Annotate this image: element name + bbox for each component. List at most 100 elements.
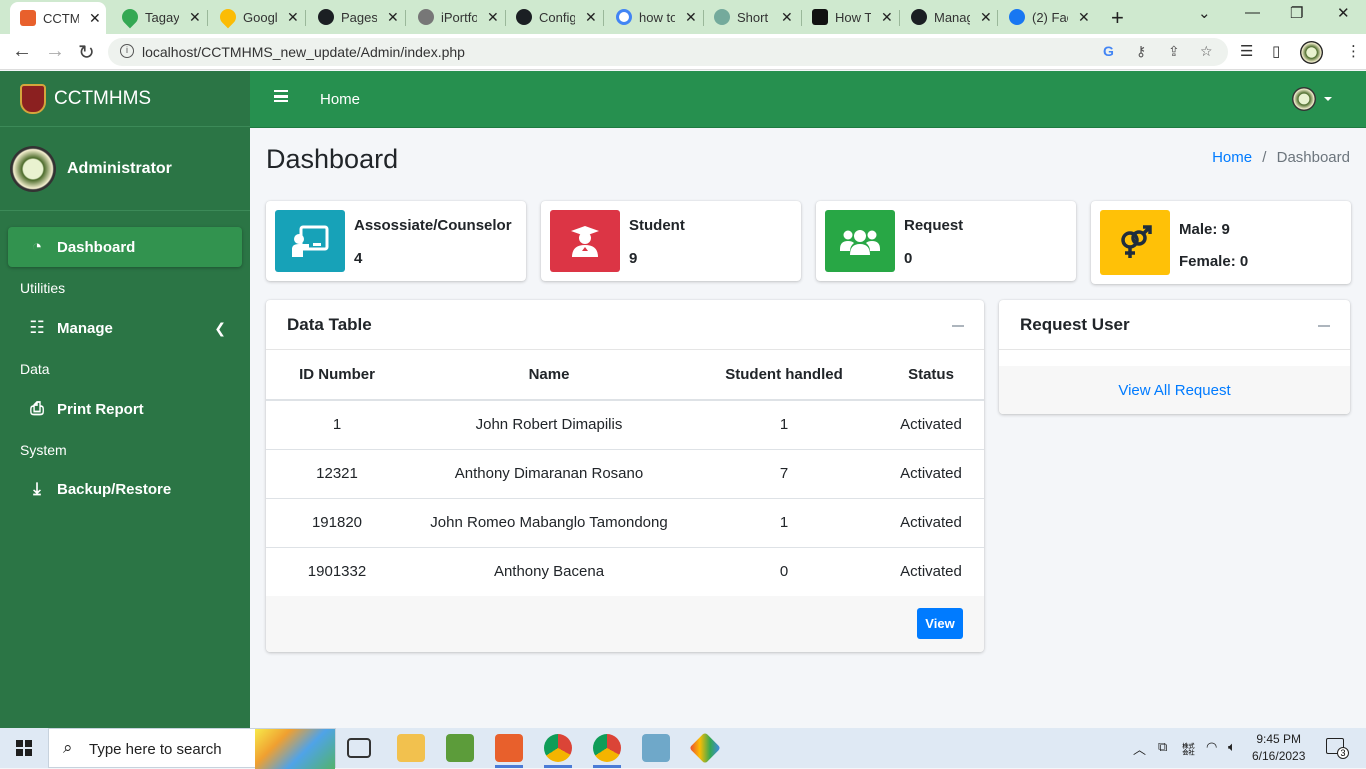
new-tab-button[interactable]: + xyxy=(1111,5,1124,31)
print-icon: ⎙ xyxy=(30,399,44,418)
app-icon[interactable] xyxy=(689,732,721,764)
volume-icon[interactable]: 🔈︎ xyxy=(1228,739,1236,755)
view-button[interactable]: View xyxy=(917,608,963,639)
notification-count: 3 xyxy=(1337,747,1349,759)
facebook-favicon-icon xyxy=(1009,9,1025,25)
reading-list-icon[interactable]: ☰ xyxy=(1240,42,1253,60)
brand-text: CCTMHMS xyxy=(54,87,152,109)
wifi-icon[interactable]: ◠ xyxy=(1206,739,1217,755)
notification-icon[interactable]: 3 xyxy=(1326,738,1349,759)
close-icon[interactable]: ✕ xyxy=(89,10,101,27)
breadcrumb-separator: / xyxy=(1262,149,1267,166)
search-highlight-image xyxy=(255,729,335,769)
user-dropdown-avatar[interactable] xyxy=(1292,87,1316,111)
bookmark-star-icon[interactable]: ☆ xyxy=(1200,43,1213,60)
close-icon[interactable]: ✕ xyxy=(781,9,793,26)
tab-separator xyxy=(305,10,306,26)
tab-search-icon[interactable]: ⌄ xyxy=(1198,4,1211,22)
card-footer: View xyxy=(266,596,984,652)
column-header: Student handled xyxy=(690,350,878,401)
share-icon[interactable]: ⇪ xyxy=(1168,43,1180,60)
google-translate-icon[interactable]: G xyxy=(1103,43,1114,59)
user-name[interactable]: Administrator xyxy=(67,160,172,178)
tab-title: Config xyxy=(539,9,575,25)
forward-icon[interactable]: → xyxy=(45,40,65,63)
close-icon[interactable]: ✕ xyxy=(685,9,697,26)
cell-status: Activated xyxy=(900,563,962,581)
taskbar-search[interactable]: ⌕ Type here to search xyxy=(48,728,336,769)
clock-date: 6/16/2023 xyxy=(1252,749,1306,763)
browser-tab-bar: CCTMHMS ✕ Tagaytay ✕ Google ✕ Pages ✕ iP… xyxy=(0,0,1366,34)
tab-pages[interactable]: Pages ✕ xyxy=(308,3,404,31)
close-icon[interactable]: ✕ xyxy=(980,9,992,26)
minimize-icon[interactable]: — xyxy=(1245,4,1260,21)
hamburger-menu-icon[interactable] xyxy=(274,90,288,102)
notepad-app-icon[interactable] xyxy=(446,734,474,762)
tab-short[interactable]: Short ✕ xyxy=(704,3,800,31)
reload-icon[interactable]: ↻ xyxy=(78,40,95,65)
sidebar-item-dashboard[interactable]: ◔ Dashboard xyxy=(8,227,242,267)
app-icon[interactable] xyxy=(642,734,670,762)
back-icon[interactable]: ← xyxy=(12,40,32,63)
sidebar-item-label: Print Report xyxy=(57,400,144,418)
site-info-icon[interactable]: i xyxy=(120,44,134,58)
tab-iportfolio[interactable]: iPortfolio ✕ xyxy=(408,3,504,31)
top-navbar: Home xyxy=(250,71,1366,128)
system-clock[interactable]: 9:45 PM 6/16/2023 xyxy=(1252,731,1305,765)
close-icon[interactable]: ✕ xyxy=(881,9,893,26)
tab-manage[interactable]: Manage ✕ xyxy=(901,3,997,31)
task-view-icon[interactable] xyxy=(347,738,371,758)
tab-tagaytay[interactable]: Tagaytay ✕ xyxy=(112,3,206,31)
caret-down-icon[interactable] xyxy=(1324,97,1332,101)
user-graduate-icon xyxy=(550,210,620,272)
tab-google[interactable]: Google ✕ xyxy=(210,3,304,31)
tab-cctmhms[interactable]: CCTMHMS ✕ xyxy=(10,2,106,34)
tab-title: Pages xyxy=(341,9,377,25)
breadcrumb-home[interactable]: Home xyxy=(1212,149,1252,166)
table-header-row: ID Number Name Student handled Status xyxy=(266,350,984,401)
breadcrumb: Home / Dashboard xyxy=(1212,149,1350,166)
more-menu-icon[interactable]: ⋮ xyxy=(1346,42,1361,60)
brand-link[interactable]: CCTMHMS xyxy=(0,71,250,127)
sidebar-item-backup-restore[interactable]: ⤓ Backup/Restore xyxy=(8,469,242,509)
close-icon[interactable]: ✕ xyxy=(487,9,499,26)
cell-name: Anthony Bacena xyxy=(493,563,605,581)
cell-handled: 1 xyxy=(690,498,878,548)
search-icon: ⌕ xyxy=(63,738,73,757)
tab-how-to[interactable]: how to ✕ xyxy=(606,3,702,31)
address-bar[interactable]: i localhost/CCTMHMS_new_update/Admin/ind… xyxy=(108,38,1228,66)
close-icon[interactable]: ✕ xyxy=(387,9,399,26)
chrome-profile-app-icon[interactable] xyxy=(593,734,621,768)
device-icon[interactable]: ⧉ xyxy=(1158,739,1167,755)
maps-favicon-icon xyxy=(216,5,240,29)
language-icon[interactable]: ㍿ xyxy=(1182,739,1195,758)
file-explorer-icon[interactable] xyxy=(397,734,425,762)
sidebar-item-manage[interactable]: ☷ Manage ❮ xyxy=(8,308,242,348)
close-icon[interactable]: ✕ xyxy=(1078,9,1090,26)
cell-handled: 7 xyxy=(690,449,878,499)
sidebar-item-print-report[interactable]: ⎙ Print Report xyxy=(8,389,242,429)
windows-start-icon[interactable] xyxy=(16,740,32,756)
restore-icon[interactable]: ❐ xyxy=(1290,4,1303,22)
chevron-left-icon: ❮ xyxy=(214,319,226,336)
page-title: Dashboard xyxy=(266,144,399,174)
tab-how-to-medium[interactable]: How To ✕ xyxy=(802,3,898,31)
close-icon[interactable]: ✕ xyxy=(189,9,201,26)
close-icon[interactable]: ✕ xyxy=(287,9,299,26)
tab-separator xyxy=(207,10,208,26)
chrome-app-icon[interactable] xyxy=(544,734,572,768)
side-panel-icon[interactable]: ▯ xyxy=(1272,42,1280,60)
tab-config[interactable]: Config ✕ xyxy=(506,3,602,31)
sidebar-item-label: Manage xyxy=(57,319,113,337)
tray-overflow-icon[interactable]: ︿ xyxy=(1133,739,1146,758)
view-all-request-link[interactable]: View All Request xyxy=(999,366,1350,414)
tab-facebook[interactable]: (2) Facebook ✕ xyxy=(999,3,1095,31)
xampp-app-icon[interactable] xyxy=(495,734,523,768)
profile-avatar[interactable] xyxy=(1300,41,1323,64)
nav-home-link[interactable]: Home xyxy=(320,91,360,108)
key-icon[interactable]: ⚷ xyxy=(1136,43,1146,60)
close-window-icon[interactable]: ✕ xyxy=(1337,4,1350,22)
collapse-minus-icon[interactable] xyxy=(952,325,964,327)
collapse-minus-icon[interactable] xyxy=(1318,325,1330,327)
close-icon[interactable]: ✕ xyxy=(585,9,597,26)
